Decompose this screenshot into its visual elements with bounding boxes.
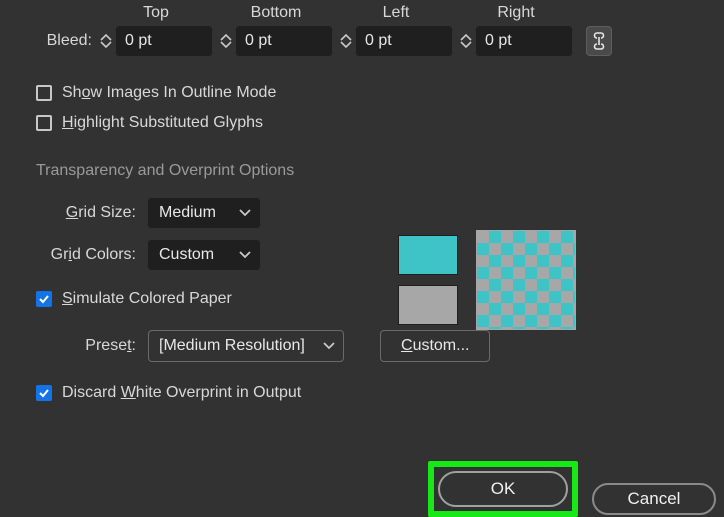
grid-size-select[interactable]: Medium (148, 198, 260, 228)
bleed-bottom-group: Bottom (220, 4, 332, 56)
grid-colors-label: Grid Colors: (36, 246, 136, 264)
bleed-top-label: Top (143, 4, 169, 22)
show-images-outline-checkbox[interactable] (36, 85, 52, 101)
highlight-sub-glyphs-label: Highlight Substituted Glyphs (62, 114, 263, 132)
bleed-top-stepper[interactable] (100, 33, 112, 49)
bleed-right-label: Right (497, 4, 534, 22)
highlight-sub-glyphs-checkbox[interactable] (36, 115, 52, 131)
grid-colors-select[interactable]: Custom (148, 240, 260, 270)
swatch-secondary[interactable] (398, 285, 458, 325)
bleed-left-group: Left (340, 4, 452, 56)
bleed-bottom-input[interactable] (236, 26, 332, 56)
bleed-left-stepper[interactable] (340, 33, 352, 49)
simulate-colored-paper-checkbox[interactable] (36, 291, 52, 307)
bleed-top-group: Top (100, 4, 212, 56)
preset-select[interactable]: [Medium Resolution] (148, 330, 344, 362)
bleed-top-input[interactable] (116, 26, 212, 56)
bleed-right-input[interactable] (476, 26, 572, 56)
bleed-bottom-stepper[interactable] (220, 33, 232, 49)
grid-size-label: Grid Size: (36, 204, 136, 222)
discard-white-overprint-label: Discard White Overprint in Output (62, 384, 301, 402)
bleed-row: Bleed: Top Bottom Left (0, 0, 724, 56)
bleed-left-input[interactable] (356, 26, 452, 56)
preset-label: Preset: (36, 337, 136, 355)
preset-value: [Medium Resolution] (159, 337, 305, 355)
simulate-colored-paper-label: Simulate Colored Paper (62, 290, 232, 308)
show-images-outline-label: Show Images In Outline Mode (62, 84, 276, 102)
custom-button[interactable]: Custom... (380, 330, 490, 362)
grid-colors-value: Custom (159, 246, 214, 264)
discard-white-overprint-row[interactable]: Discard White Overprint in Output (0, 368, 724, 408)
checker-preview (476, 230, 576, 330)
ok-button[interactable]: OK (438, 471, 568, 507)
chevron-down-icon (323, 337, 335, 355)
highlight-sub-glyphs-row[interactable]: Highlight Substituted Glyphs (0, 108, 724, 138)
discard-white-overprint-checkbox[interactable] (36, 385, 52, 401)
cancel-button[interactable]: Cancel (592, 483, 716, 515)
bleed-left-label: Left (383, 4, 410, 22)
bleed-right-stepper[interactable] (460, 33, 472, 49)
show-images-outline-row[interactable]: Show Images In Outline Mode (0, 78, 724, 108)
grid-colors-row: Grid Colors: Custom (0, 234, 724, 276)
chevron-down-icon (239, 246, 251, 264)
transparency-section-title: Transparency and Overprint Options (0, 138, 724, 192)
dialog-footer: OK Cancel (428, 461, 724, 517)
bleed-right-group: Right (460, 4, 572, 56)
grid-size-value: Medium (159, 204, 216, 222)
chevron-down-icon (239, 204, 251, 222)
swatch-primary[interactable] (398, 235, 458, 275)
transparency-preview (398, 230, 576, 330)
ok-highlight: OK (428, 461, 578, 517)
bleed-bottom-label: Bottom (251, 4, 302, 22)
link-bleed-icon[interactable] (586, 26, 612, 56)
preset-row: Preset: [Medium Resolution] Custom... (0, 314, 724, 368)
bleed-label: Bleed: (36, 32, 92, 56)
simulate-colored-paper-row[interactable]: Simulate Colored Paper (0, 276, 724, 314)
grid-size-row: Grid Size: Medium (0, 192, 724, 234)
